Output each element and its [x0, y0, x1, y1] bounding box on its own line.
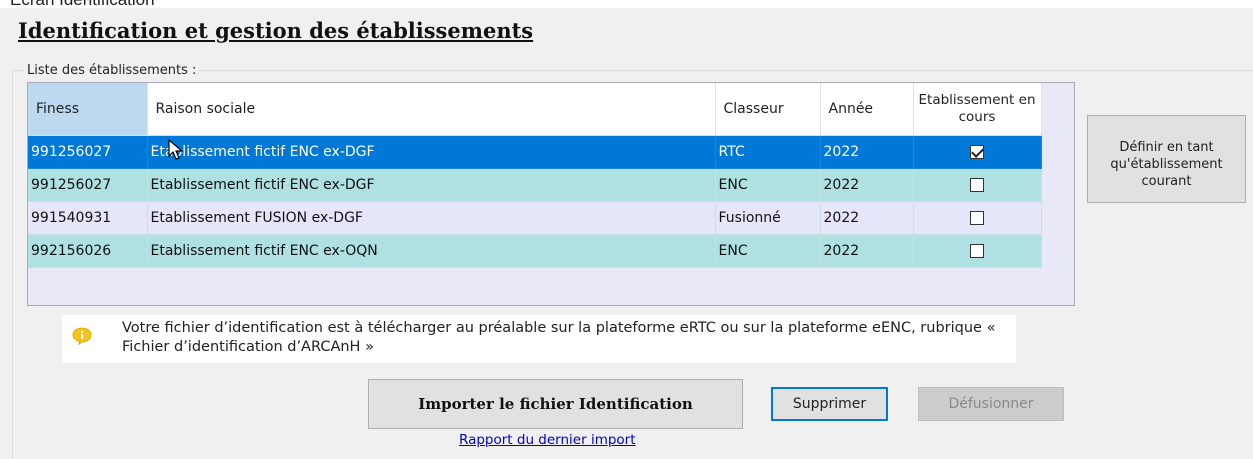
- en-cours-checkbox[interactable]: [970, 178, 984, 192]
- en-cours-checkbox[interactable]: [970, 244, 984, 258]
- column-header-annee[interactable]: Année: [820, 83, 914, 136]
- cell-en-cours: [913, 234, 1042, 268]
- cell-classeur: ENC: [715, 168, 821, 202]
- import-identification-file-button[interactable]: Importer le fichier Identification: [368, 379, 743, 429]
- establishments-grid[interactable]: Finess Raison sociale Classeur Année Eta…: [27, 82, 1075, 306]
- column-header-classeur[interactable]: Classeur: [715, 83, 821, 136]
- unmerge-button[interactable]: Défusionner: [918, 387, 1064, 421]
- page-title: Identification et gestion des établissem…: [18, 18, 534, 43]
- cell-finess: 992156026: [28, 234, 148, 268]
- set-current-establishment-button[interactable]: Définir en tant qu'établissement courant: [1087, 115, 1246, 203]
- cell-en-cours: [913, 135, 1042, 169]
- cell-annee: 2022: [820, 168, 914, 202]
- cell-raison-sociale: Etablissement FUSION ex-DGF: [147, 201, 716, 235]
- cell-finess: 991256027: [28, 135, 148, 169]
- cell-raison-sociale: Etablissement fictif ENC ex-DGF: [147, 168, 716, 202]
- mouse-pointer-icon: [168, 139, 184, 160]
- en-cours-checkbox[interactable]: [970, 211, 984, 225]
- cell-raison-sociale: Etablissement fictif ENC ex-DGF: [147, 135, 716, 169]
- cell-classeur: ENC: [715, 234, 821, 268]
- cell-classeur: RTC: [715, 135, 821, 169]
- en-cours-checkbox[interactable]: [970, 145, 984, 159]
- column-header-etablissement-en-cours[interactable]: Etablissement en cours: [913, 83, 1042, 136]
- cell-en-cours: [913, 201, 1042, 235]
- delete-button[interactable]: Supprimer: [771, 387, 888, 421]
- cell-classeur: Fusionné: [715, 201, 821, 235]
- cell-annee: 2022: [820, 135, 914, 169]
- table-row[interactable]: 992156026 Etablissement fictif ENC ex-OQ…: [28, 234, 1042, 268]
- cell-raison-sociale: Etablissement fictif ENC ex-OQN: [147, 234, 716, 268]
- table-row[interactable]: 991540931 Etablissement FUSION ex-DGF Fu…: [28, 201, 1042, 235]
- group-label: Liste des établissements :: [24, 63, 200, 78]
- group-border-left: [12, 70, 13, 458]
- info-bubble-icon: [72, 327, 92, 345]
- cell-en-cours: [913, 168, 1042, 202]
- table-row[interactable]: 991256027 Etablissement fictif ENC ex-DG…: [28, 168, 1042, 202]
- cell-annee: 2022: [820, 234, 914, 268]
- column-header-finess[interactable]: Finess: [28, 83, 148, 136]
- info-text: Votre fichier d’identification est à tél…: [122, 320, 996, 355]
- info-notice: Votre fichier d’identification est à tél…: [62, 315, 1016, 363]
- cell-finess: 991540931: [28, 201, 148, 235]
- cell-annee: 2022: [820, 201, 914, 235]
- grid-header-row: Finess Raison sociale Classeur Année Eta…: [28, 83, 1042, 136]
- column-header-raison-sociale[interactable]: Raison sociale: [147, 83, 716, 136]
- cell-finess: 991256027: [28, 168, 148, 202]
- last-import-report-link[interactable]: Rapport du dernier import: [459, 432, 636, 448]
